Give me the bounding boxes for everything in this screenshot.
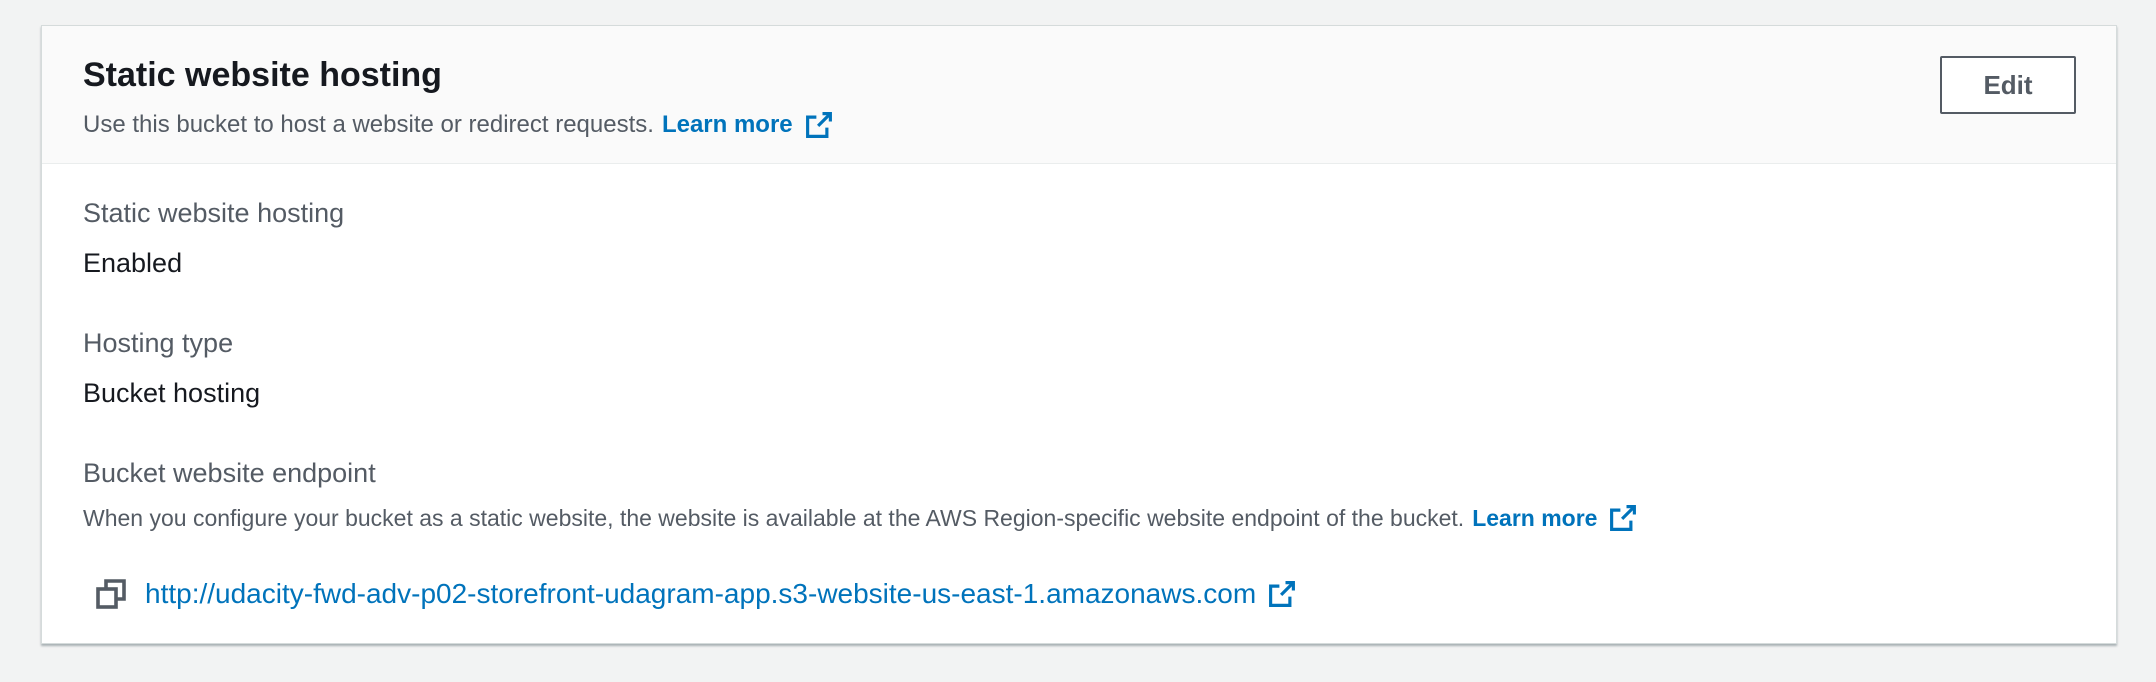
endpoint-url-text: http://udacity-fwd-adv-p02-storefront-ud… xyxy=(145,578,1257,609)
panel-description-text: Use this bucket to host a website or red… xyxy=(83,111,654,138)
panel-header: Static website hosting Use this bucket t… xyxy=(42,26,2116,164)
endpoint-url-link[interactable]: http://udacity-fwd-adv-p02-storefront-ud… xyxy=(145,578,1256,610)
endpoint-url-row: http://udacity-fwd-adv-p02-storefront-ud… xyxy=(95,578,1296,610)
static-website-hosting-panel: Static website hosting Use this bucket t… xyxy=(41,25,2117,644)
hosting-type-value: Bucket hosting xyxy=(83,378,261,408)
external-link-icon xyxy=(1609,504,1637,532)
learn-more-label: Learn more xyxy=(661,111,793,138)
copy-icon[interactable] xyxy=(95,578,127,610)
bucket-endpoint-description: When you configure your bucket as a stat… xyxy=(83,504,1637,532)
edit-button[interactable]: Edit xyxy=(1940,56,2076,114)
static-hosting-value: Enabled xyxy=(83,248,183,278)
external-link-icon xyxy=(805,111,833,139)
hosting-type-label: Hosting type xyxy=(83,328,234,358)
panel-description: Use this bucket to host a website or red… xyxy=(83,111,833,139)
learn-more-link[interactable]: Learn more xyxy=(662,111,833,139)
panel-title: Static website hosting xyxy=(83,56,442,94)
endpoint-learn-more-label: Learn more xyxy=(1472,504,1598,531)
external-link-icon[interactable] xyxy=(1268,580,1296,608)
static-hosting-label: Static website hosting xyxy=(83,198,345,228)
endpoint-learn-more-link[interactable]: Learn more xyxy=(1472,504,1637,532)
bucket-endpoint-description-text: When you configure your bucket as a stat… xyxy=(83,504,1465,531)
bucket-endpoint-label: Bucket website endpoint xyxy=(83,458,376,488)
